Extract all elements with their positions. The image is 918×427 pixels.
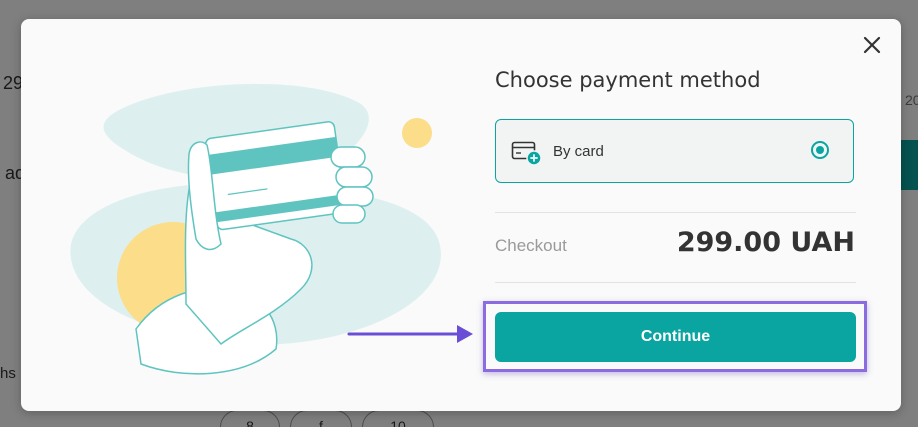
close-icon[interactable] <box>861 34 883 56</box>
arrow-right-icon <box>347 325 473 343</box>
divider <box>495 282 856 283</box>
payment-option-by-card[interactable]: By card <box>495 119 854 183</box>
payment-option-radio[interactable] <box>811 141 829 159</box>
continue-button[interactable]: Continue <box>495 312 856 362</box>
credit-card-add-icon <box>511 141 542 166</box>
radio-selected-dot <box>816 146 824 154</box>
checkout-label: Checkout <box>495 236 567 255</box>
dialog-title: Choose payment method <box>495 68 761 92</box>
payment-method-dialog: Choose payment method By card Checkout 2… <box>21 19 901 411</box>
divider <box>495 212 856 213</box>
payment-option-label: By card <box>553 143 604 160</box>
checkout-amount: 299.00 UAH <box>676 227 855 258</box>
